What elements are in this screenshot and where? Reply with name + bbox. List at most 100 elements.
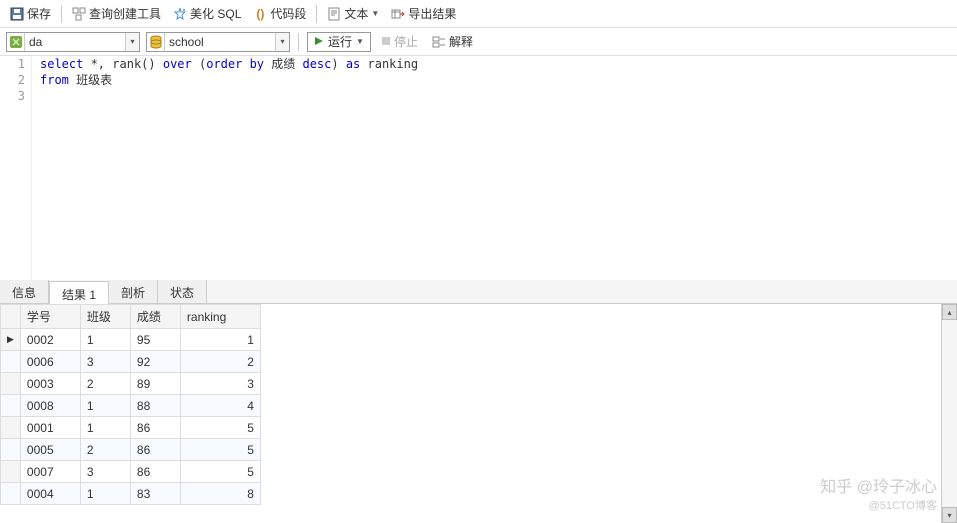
code-line: select *, rank() over (order by 成绩 desc)… bbox=[40, 56, 418, 72]
explain-icon bbox=[432, 35, 446, 49]
beautify-sql-button[interactable]: 美化 SQL bbox=[169, 3, 245, 24]
result-tabs: 信息 结果 1 剖析 状态 bbox=[0, 280, 957, 304]
cell[interactable]: 95 bbox=[130, 329, 180, 351]
text-icon bbox=[327, 7, 341, 21]
chevron-down-icon: ▾ bbox=[275, 33, 289, 51]
row-marker bbox=[1, 417, 21, 439]
result-grid[interactable]: 学号 班级 成绩 ranking ▶0002195100063922000328… bbox=[0, 304, 261, 523]
cell[interactable]: 5 bbox=[180, 439, 260, 461]
cell[interactable]: 0002 bbox=[20, 329, 80, 351]
cell[interactable]: 2 bbox=[80, 439, 130, 461]
cell[interactable]: 2 bbox=[80, 373, 130, 395]
save-label: 保存 bbox=[27, 5, 51, 22]
table-row[interactable]: 00011865 bbox=[1, 417, 261, 439]
database-dropdown[interactable]: school ▾ bbox=[146, 32, 290, 52]
code-snippet-button[interactable]: () 代码段 bbox=[249, 3, 310, 24]
text-button[interactable]: 文本 ▼ bbox=[323, 3, 383, 24]
cell[interactable]: 0006 bbox=[20, 351, 80, 373]
sql-editor[interactable]: 1 2 3 select *, rank() over (order by 成绩… bbox=[0, 56, 957, 280]
cell[interactable]: 0003 bbox=[20, 373, 80, 395]
cell[interactable]: 2 bbox=[180, 351, 260, 373]
cell[interactable]: 5 bbox=[180, 417, 260, 439]
code-snippet-label: 代码段 bbox=[270, 5, 306, 22]
code-area[interactable]: select *, rank() over (order by 成绩 desc)… bbox=[32, 56, 418, 280]
separator bbox=[316, 5, 317, 23]
cell[interactable]: 3 bbox=[180, 373, 260, 395]
tab-status[interactable]: 状态 bbox=[158, 280, 207, 303]
table-row[interactable]: 00081884 bbox=[1, 395, 261, 417]
column-header[interactable]: 班级 bbox=[80, 305, 130, 329]
chevron-down-icon: ▼ bbox=[356, 37, 364, 46]
row-marker bbox=[1, 483, 21, 505]
code-line bbox=[40, 88, 418, 104]
table-row[interactable]: 00052865 bbox=[1, 439, 261, 461]
row-marker bbox=[1, 461, 21, 483]
cell[interactable]: 86 bbox=[130, 439, 180, 461]
cell[interactable]: 8 bbox=[180, 483, 260, 505]
tab-info[interactable]: 信息 bbox=[0, 280, 49, 303]
main-toolbar: 保存 查询创建工具 美化 SQL () 代码段 文本 ▼ 导出结果 bbox=[0, 0, 957, 28]
line-number: 1 bbox=[0, 56, 25, 72]
cell[interactable]: 83 bbox=[130, 483, 180, 505]
column-header[interactable]: 学号 bbox=[20, 305, 80, 329]
cell[interactable]: 5 bbox=[180, 461, 260, 483]
table-row[interactable]: 00032893 bbox=[1, 373, 261, 395]
cell[interactable]: 0001 bbox=[20, 417, 80, 439]
cell[interactable]: 1 bbox=[80, 329, 130, 351]
table-row[interactable]: 00073865 bbox=[1, 461, 261, 483]
cell[interactable]: 0008 bbox=[20, 395, 80, 417]
explain-button[interactable]: 解释 bbox=[428, 31, 477, 52]
run-button[interactable]: 运行 ▼ bbox=[307, 32, 371, 52]
table-row[interactable]: 00041838 bbox=[1, 483, 261, 505]
cell[interactable]: 0005 bbox=[20, 439, 80, 461]
connection-row: da ▾ school ▾ 运行 ▼ 停止 解释 bbox=[0, 28, 957, 56]
table-row[interactable]: 00063922 bbox=[1, 351, 261, 373]
column-header[interactable]: 成绩 bbox=[130, 305, 180, 329]
vertical-scrollbar[interactable]: ▴ ▾ bbox=[941, 304, 957, 523]
cell[interactable]: 1 bbox=[180, 329, 260, 351]
tab-result[interactable]: 结果 1 bbox=[49, 281, 109, 304]
row-marker bbox=[1, 351, 21, 373]
cell[interactable]: 3 bbox=[80, 461, 130, 483]
cell[interactable]: 0004 bbox=[20, 483, 80, 505]
beautify-label: 美化 SQL bbox=[190, 5, 241, 22]
line-number: 3 bbox=[0, 88, 25, 104]
cell[interactable]: 3 bbox=[80, 351, 130, 373]
run-label: 运行 bbox=[328, 33, 352, 50]
table-row[interactable]: ▶00021951 bbox=[1, 329, 261, 351]
cell[interactable]: 88 bbox=[130, 395, 180, 417]
save-button[interactable]: 保存 bbox=[6, 3, 55, 24]
cell[interactable]: 89 bbox=[130, 373, 180, 395]
save-icon bbox=[10, 7, 24, 21]
row-marker bbox=[1, 395, 21, 417]
column-header[interactable]: ranking bbox=[180, 305, 260, 329]
scroll-track[interactable] bbox=[942, 320, 957, 507]
scroll-down-icon[interactable]: ▾ bbox=[942, 507, 957, 523]
row-marker bbox=[1, 373, 21, 395]
query-builder-button[interactable]: 查询创建工具 bbox=[68, 3, 165, 24]
cell[interactable]: 4 bbox=[180, 395, 260, 417]
scroll-up-icon[interactable]: ▴ bbox=[942, 304, 957, 320]
separator bbox=[298, 33, 299, 51]
row-marker: ▶ bbox=[1, 329, 21, 351]
explain-label: 解释 bbox=[449, 33, 473, 50]
cell[interactable]: 1 bbox=[80, 417, 130, 439]
connection-icon bbox=[7, 33, 25, 51]
cell[interactable]: 86 bbox=[130, 461, 180, 483]
export-label: 导出结果 bbox=[408, 5, 456, 22]
export-icon bbox=[391, 7, 405, 21]
connection-value: da bbox=[25, 35, 125, 49]
play-icon bbox=[314, 35, 324, 49]
tab-profile[interactable]: 剖析 bbox=[109, 280, 158, 303]
cell[interactable]: 1 bbox=[80, 483, 130, 505]
line-number: 2 bbox=[0, 72, 25, 88]
cell[interactable]: 1 bbox=[80, 395, 130, 417]
connection-dropdown[interactable]: da ▾ bbox=[6, 32, 140, 52]
stop-icon bbox=[381, 35, 391, 49]
export-result-button[interactable]: 导出结果 bbox=[387, 3, 460, 24]
text-label: 文本 bbox=[344, 5, 368, 22]
code-line: from 班级表 bbox=[40, 72, 418, 88]
cell[interactable]: 0007 bbox=[20, 461, 80, 483]
cell[interactable]: 86 bbox=[130, 417, 180, 439]
cell[interactable]: 92 bbox=[130, 351, 180, 373]
